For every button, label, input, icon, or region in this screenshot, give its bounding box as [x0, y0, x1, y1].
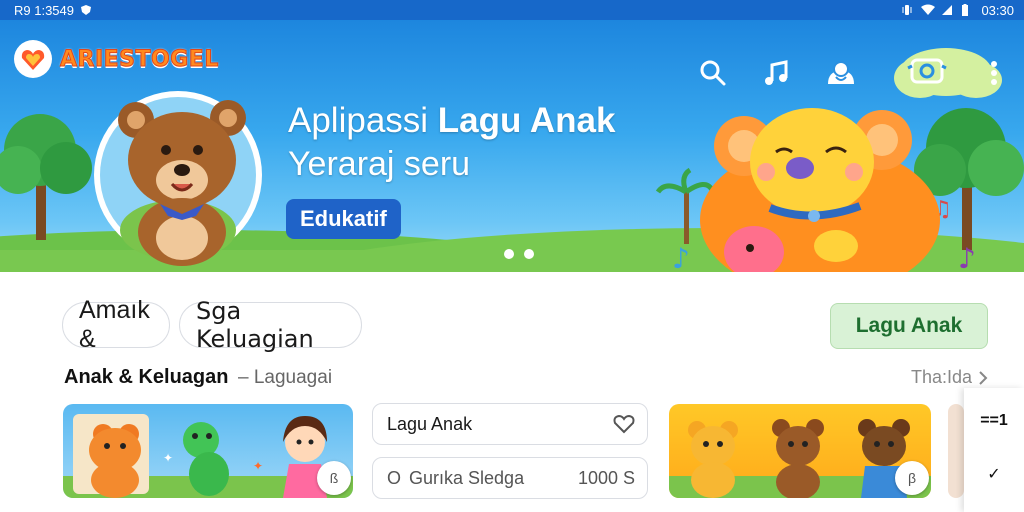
- filter-chip-anak[interactable]: Amaık &: [62, 296, 170, 353]
- brand-name: ARIESTOGEL: [60, 46, 219, 72]
- app-screen: R9 1:3549 03:30 ♪ ♪ ♫ ARIESTOGEL Aplipas…: [0, 0, 1024, 512]
- see-all-link[interactable]: Tha:Ida: [911, 367, 988, 388]
- song-card-peek[interactable]: [948, 404, 964, 498]
- music-note-icon: [765, 60, 788, 85]
- rail-menu-button[interactable]: ==1: [980, 412, 1008, 430]
- list-item[interactable]: Lagu Anak: [372, 403, 648, 445]
- status-time: 03:30: [981, 2, 1014, 18]
- card-badge: β: [895, 461, 929, 495]
- status-right: 03:30: [901, 3, 1014, 18]
- signal-icon: [941, 4, 953, 16]
- account-button[interactable]: [820, 52, 862, 94]
- battery-icon: [961, 4, 973, 16]
- carousel-dot[interactable]: [524, 249, 534, 259]
- hero-subtitle: Yeraraj seru: [288, 145, 471, 183]
- see-all-label: Tha:Ida: [910, 367, 972, 387]
- app-logo-icon: [14, 40, 52, 78]
- svg-text:✦: ✦: [163, 451, 173, 465]
- list-item-value: 1000 S: [577, 467, 635, 488]
- brand-logo[interactable]: ARIESTOGEL: [14, 40, 219, 78]
- card-thumbnail: [669, 419, 931, 498]
- song-card[interactable]: β: [669, 404, 931, 498]
- top-actions: [670, 44, 1004, 102]
- list-item[interactable]: O Gurıka Sledga 1000 S: [372, 457, 648, 499]
- svg-text:♪: ♪: [958, 242, 976, 272]
- carousel-dots[interactable]: [504, 249, 534, 259]
- more-vert-icon: [991, 61, 997, 85]
- heart-icon[interactable]: [613, 414, 635, 434]
- svg-text:✦: ✦: [253, 459, 263, 473]
- camera-icon: [907, 58, 947, 84]
- section-subtitle: – Laguagai: [238, 367, 333, 388]
- hero-title-bold: Lagu Anak: [437, 101, 616, 140]
- card-thumbnail: ✦ ✦: [63, 414, 353, 498]
- hero-badge[interactable]: Edukatif: [286, 199, 401, 239]
- song-card[interactable]: ✦ ✦ ß: [63, 404, 353, 498]
- vibrate-icon: [901, 4, 913, 16]
- list-item-prefix: O: [387, 467, 402, 488]
- rail-check-button[interactable]: ✓: [987, 464, 1000, 484]
- list-item-left: O Gurıka Sledga: [387, 468, 524, 489]
- list-item-label: Gurıka Sledga: [409, 467, 525, 488]
- search-icon: [700, 60, 726, 86]
- hero-banner[interactable]: ♪ ♪ ♫ ARIESTOGEL Aplipassi Lagu Anak Yer…: [0, 20, 1024, 272]
- camera-button[interactable]: [882, 44, 978, 102]
- search-button[interactable]: [692, 52, 734, 94]
- filter-chip-keluarga[interactable]: Sga Keluagian: [179, 297, 362, 353]
- wifi-icon: [921, 4, 936, 16]
- lagu-anak-button[interactable]: Lagu Anak: [830, 303, 988, 349]
- chevron-right-icon: [979, 370, 988, 385]
- status-bar: R9 1:3549 03:30: [0, 0, 1024, 20]
- svg-text:♪: ♪: [672, 242, 690, 272]
- status-left: R9 1:3549: [14, 3, 92, 18]
- account-icon: [828, 61, 854, 84]
- music-button[interactable]: [756, 52, 798, 94]
- list-item-label: Lagu Anak: [387, 413, 473, 434]
- shield-icon: [80, 4, 92, 16]
- hero-text: Aplipassi Lagu Anak Yeraraj seru: [288, 100, 615, 186]
- more-options-button[interactable]: [984, 52, 1004, 94]
- status-left-text: R9 1:3549: [14, 2, 74, 18]
- section-title: Anak & Keluagan: [64, 366, 229, 388]
- side-rail: ==1 ✓: [964, 388, 1024, 512]
- hero-title: Aplipassi Lagu Anak: [288, 100, 615, 142]
- carousel-dot[interactable]: [504, 249, 514, 259]
- card-badge: ß: [317, 461, 351, 495]
- hero-title-plain: Aplipassi: [288, 101, 438, 140]
